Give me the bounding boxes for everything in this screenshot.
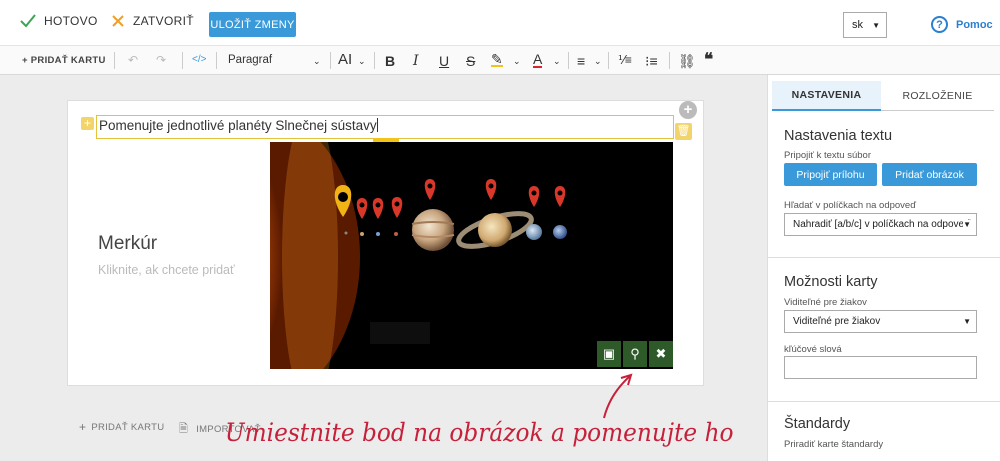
save-changes-button[interactable]: ULOŽIŤ ZMENY xyxy=(209,12,296,37)
check-icon xyxy=(20,14,36,28)
help-button[interactable]: ? Pomoc xyxy=(931,16,993,33)
visibility-value: Viditeľné pre žiakov xyxy=(793,316,881,327)
align-icon[interactable]: ≡ xyxy=(577,53,585,69)
standards-heading: Štandardy xyxy=(784,416,851,432)
attach-file-label: Pripojiť k textu súbor xyxy=(784,150,871,161)
search-answers-value: Nahradiť [a/b/c] v políčkach na odpoveď xyxy=(793,219,971,230)
help-label: Pomoc xyxy=(956,18,993,31)
chevron-down-icon[interactable]: ⌄ xyxy=(358,56,366,67)
plus-square-icon[interactable]: + xyxy=(81,117,94,130)
toolbar-divider xyxy=(568,52,569,69)
panel-divider xyxy=(768,257,1000,258)
tab-settings[interactable]: NASTAVENIA xyxy=(772,81,881,111)
chevron-down-icon[interactable]: ⌄ xyxy=(553,56,561,67)
tutorial-annotation: Umiestnite bod na obrázok a pomenujte ho xyxy=(225,418,734,447)
dropdown-arrow-icon: ▼ xyxy=(963,317,971,326)
term-title[interactable]: Merkúr xyxy=(98,233,157,255)
paragraph-select[interactable]: Paragraf xyxy=(228,54,272,66)
solar-system-image[interactable] xyxy=(270,142,673,369)
toolbar-divider xyxy=(182,52,183,69)
add-card-plus-icon[interactable]: + xyxy=(679,101,697,119)
dropdown-arrow-icon: ▼ xyxy=(872,21,880,30)
visibility-select[interactable]: Viditeľné pre žiakov ▼ xyxy=(784,310,977,333)
remove-image-icon[interactable]: ✖ xyxy=(649,341,673,367)
underline-icon[interactable]: U xyxy=(439,53,449,69)
quote-icon[interactable]: ❝ xyxy=(704,50,713,70)
close-button[interactable]: ZATVORIŤ xyxy=(111,14,194,28)
chevron-down-icon[interactable]: ⌄ xyxy=(594,56,602,67)
document-icon: 🗎 xyxy=(179,423,189,435)
italic-icon[interactable]: I xyxy=(413,53,419,69)
link-icon[interactable]: ⛓ xyxy=(678,53,696,70)
panel-divider xyxy=(768,401,1000,402)
highlight-icon[interactable]: ✎ xyxy=(491,52,503,67)
toolbar-divider xyxy=(216,52,217,69)
text-color-icon[interactable]: A xyxy=(533,52,543,68)
ordered-list-icon[interactable]: ⅟≡ xyxy=(618,53,632,67)
add-card-toolbar-button[interactable]: + PRIDAŤ KARTU xyxy=(22,55,106,66)
toolbar-divider xyxy=(608,52,609,69)
top-bar: HOTOVO ZATVORIŤ ULOŽIŤ ZMENY sk ▼ ? Pomo… xyxy=(0,0,1000,46)
chevron-down-icon[interactable]: ⌄ xyxy=(513,56,521,67)
attach-file-button[interactable]: Pripojiť prílohu xyxy=(784,163,877,186)
toolbar-divider xyxy=(374,52,375,69)
language-value: sk xyxy=(852,19,863,31)
text-settings-heading: Nastavenia textu xyxy=(784,128,893,144)
map-pin-icon[interactable]: ⚲ xyxy=(623,341,647,367)
strikethrough-icon[interactable]: S xyxy=(466,53,475,69)
done-button[interactable]: HOTOVO xyxy=(20,14,98,28)
bold-icon[interactable]: B xyxy=(385,53,395,69)
annotation-arrow-icon xyxy=(603,373,633,419)
question-icon: ? xyxy=(931,16,948,33)
done-label: HOTOVO xyxy=(44,14,98,28)
dropdown-arrow-icon: ▼ xyxy=(963,220,971,229)
language-select[interactable]: sk ▼ xyxy=(843,12,887,38)
add-card-bottom-label: PRIDAŤ KARTU xyxy=(91,421,165,433)
search-answers-select[interactable]: Nahradiť [a/b/c] v políčkach na odpoveď … xyxy=(784,213,977,236)
term-placeholder[interactable]: Kliknite, ak chcete pridať xyxy=(98,263,235,277)
add-card-bottom-button[interactable]: + PRIDAŤ KARTU xyxy=(79,420,164,434)
tab-layout[interactable]: ROZLOŽENIE xyxy=(881,81,994,111)
toolbar-divider xyxy=(114,52,115,69)
assign-standards-label: Priradiť karte štandardy xyxy=(784,439,884,450)
code-view-icon[interactable]: </> xyxy=(192,54,206,65)
panel-tabs: NASTAVENIA ROZLOŽENIE xyxy=(772,81,994,111)
editor-toolbar: + PRIDAŤ KARTU ↶ ↷ </> Paragraf ⌄ AI ⌄ B… xyxy=(0,46,1000,75)
bullet-list-icon[interactable]: ⁝≡ xyxy=(645,53,658,70)
keywords-input[interactable] xyxy=(784,356,977,379)
close-icon xyxy=(112,15,124,27)
settings-panel: NASTAVENIA ROZLOŽENIE Nastavenia textu P… xyxy=(767,75,1000,461)
question-text-field[interactable]: Pomenujte jednotlivé planéty Slnečnej sú… xyxy=(96,115,674,139)
add-image-button[interactable]: Pridať obrázok xyxy=(882,163,977,186)
visibility-label: Viditeľné pre žiakov xyxy=(784,297,867,308)
chevron-down-icon[interactable]: ⌄ xyxy=(313,56,321,67)
trash-icon[interactable]: 🗑 xyxy=(675,123,692,140)
undo-icon[interactable]: ↶ xyxy=(128,53,138,67)
image-replace-icon[interactable]: ▣ xyxy=(597,341,621,367)
toolbar-divider xyxy=(669,52,670,69)
question-text: Pomenujte jednotlivé planéty Slnečnej sú… xyxy=(99,118,377,133)
card-options-heading: Možnosti karty xyxy=(784,274,878,290)
plus-icon: + xyxy=(79,420,87,434)
keywords-label: kľúčové slová xyxy=(784,344,842,355)
search-answers-label: Hľadať v políčkach na odpoveď xyxy=(784,200,917,211)
solar-system-picture[interactable] xyxy=(270,142,673,369)
close-label: ZATVORIŤ xyxy=(133,14,194,28)
toolbar-divider xyxy=(330,52,331,69)
redo-icon[interactable]: ↷ xyxy=(156,53,166,67)
font-size-icon[interactable]: AI xyxy=(338,51,352,68)
